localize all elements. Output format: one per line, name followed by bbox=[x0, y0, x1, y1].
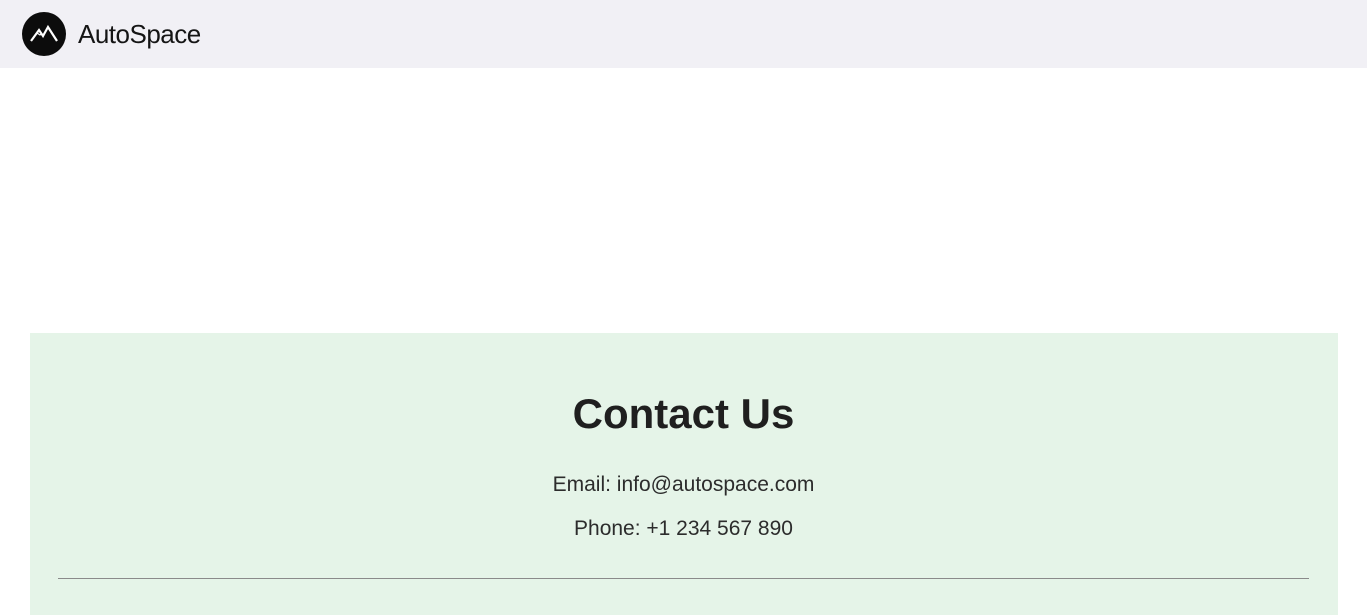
contact-title: Contact Us bbox=[572, 390, 795, 437]
footer-divider bbox=[58, 578, 1309, 579]
mountain-logo-icon[interactable] bbox=[22, 12, 66, 56]
brand-name[interactable]: AutoSpace bbox=[78, 21, 201, 47]
contact-email: Email: info@autospace.com bbox=[552, 473, 815, 496]
contact-phone: Phone: +1 234 567 890 bbox=[574, 517, 793, 540]
top-navbar: AutoSpace bbox=[0, 0, 1367, 68]
